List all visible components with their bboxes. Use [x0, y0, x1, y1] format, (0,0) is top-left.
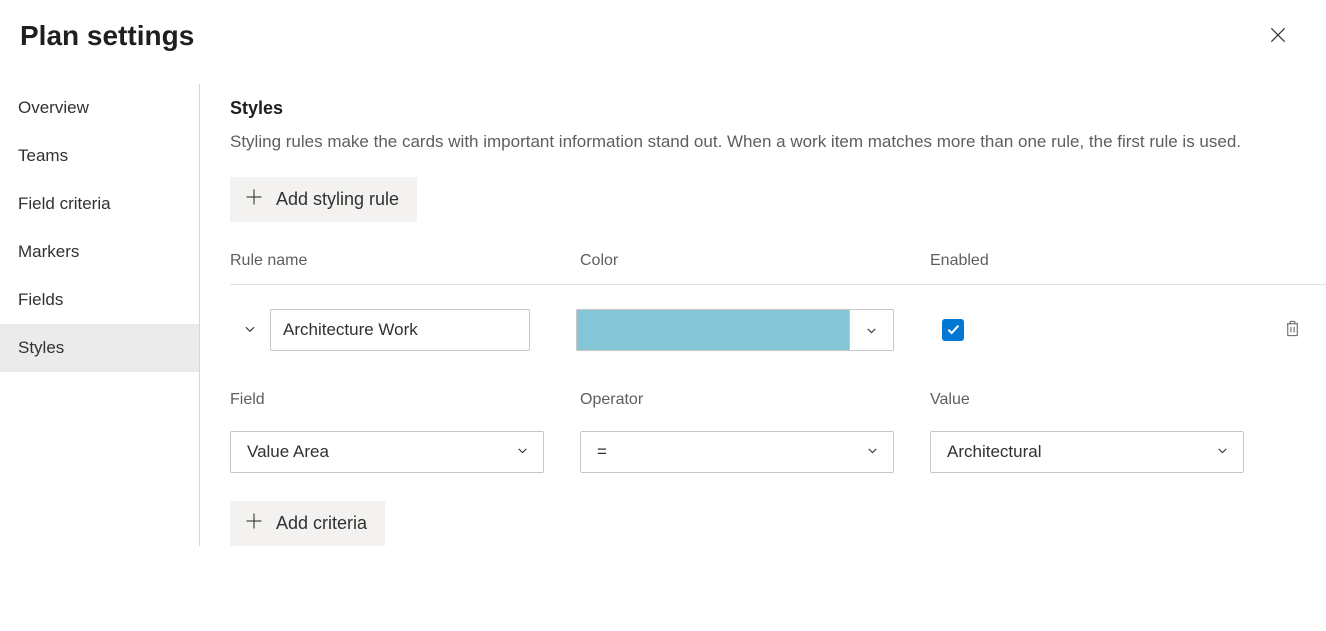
criteria-row: Value Area = Architectural: [230, 431, 1326, 473]
column-header-color: Color: [580, 252, 930, 270]
section-description: Styling rules make the cards with import…: [230, 129, 1300, 155]
chevron-down-icon: [866, 442, 879, 462]
column-header-name: Rule name: [230, 252, 580, 270]
section-title: Styles: [230, 98, 1326, 119]
plus-icon: [244, 511, 264, 536]
column-header-value: Value: [930, 391, 1326, 409]
chevron-down-icon: [516, 442, 529, 462]
add-styling-rule-label: Add styling rule: [276, 189, 399, 210]
color-dropdown-caret: [849, 310, 893, 350]
color-swatch: [577, 310, 849, 350]
add-criteria-button[interactable]: Add criteria: [230, 501, 385, 546]
plus-icon: [244, 187, 264, 212]
criteria-field-select[interactable]: Value Area: [230, 431, 544, 473]
add-styling-rule-button[interactable]: Add styling rule: [230, 177, 417, 222]
divider: [230, 284, 1326, 285]
sidebar-item-label: Fields: [18, 290, 63, 309]
column-header-enabled: Enabled: [930, 252, 1326, 270]
sidebar-item-label: Field criteria: [18, 194, 111, 213]
criteria-operator-value: =: [597, 442, 607, 462]
page-title: Plan settings: [20, 20, 194, 52]
trash-icon: [1283, 319, 1302, 341]
sidebar-item-markers[interactable]: Markers: [0, 228, 199, 276]
delete-rule-button[interactable]: [1276, 314, 1308, 346]
sidebar-item-field-criteria[interactable]: Field criteria: [0, 180, 199, 228]
rule-row: [230, 309, 1326, 351]
criteria-value-select[interactable]: Architectural: [930, 431, 1244, 473]
add-criteria-label: Add criteria: [276, 513, 367, 534]
sidebar-item-teams[interactable]: Teams: [0, 132, 199, 180]
enabled-checkbox[interactable]: [942, 319, 964, 341]
sidebar-item-label: Markers: [18, 242, 79, 261]
sidebar-item-label: Styles: [18, 338, 64, 357]
main-content: Styles Styling rules make the cards with…: [200, 84, 1326, 546]
color-picker[interactable]: [576, 309, 894, 351]
sidebar-item-styles[interactable]: Styles: [0, 324, 199, 372]
criteria-field-value: Value Area: [247, 442, 329, 462]
sidebar-item-label: Overview: [18, 98, 89, 117]
close-button[interactable]: [1260, 18, 1296, 54]
criteria-value-text: Architectural: [947, 442, 1041, 462]
criteria-columns-header: Field Operator Value: [230, 391, 1326, 409]
rule-columns-header: Rule name Color Enabled: [230, 252, 1326, 270]
sidebar-item-fields[interactable]: Fields: [0, 276, 199, 324]
chevron-down-icon: [243, 322, 257, 339]
rule-name-input[interactable]: [270, 309, 530, 351]
sidebar-item-label: Teams: [18, 146, 68, 165]
expand-toggle[interactable]: [230, 322, 270, 339]
column-header-operator: Operator: [580, 391, 930, 409]
close-icon: [1268, 25, 1288, 48]
column-header-field: Field: [230, 391, 580, 409]
chevron-down-icon: [1216, 442, 1229, 462]
checkmark-icon: [945, 321, 961, 340]
sidebar-item-overview[interactable]: Overview: [0, 84, 199, 132]
criteria-operator-select[interactable]: =: [580, 431, 894, 473]
sidebar-nav: Overview Teams Field criteria Markers Fi…: [0, 84, 200, 546]
